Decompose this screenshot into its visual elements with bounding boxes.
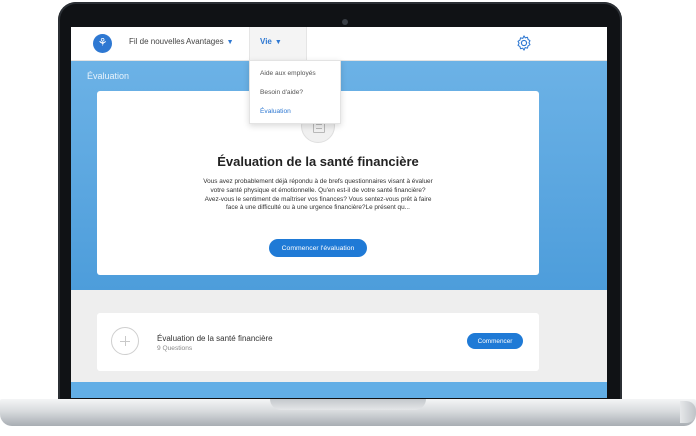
dropdown-item-need-help[interactable]: Besoin d'aide?	[260, 89, 303, 96]
assessment-title: Évaluation de la santé financière	[157, 334, 273, 343]
screen: ⚘ Fil de nouvelles Avantages ▼ Vie ▼ Évalu…	[71, 27, 607, 398]
nav-item-news-feed[interactable]: Fil de nouvelles	[129, 37, 185, 46]
nav-item-benefits[interactable]: Avantages ▼	[186, 37, 234, 46]
chevron-down-icon: ▼	[226, 39, 234, 46]
question-count: 9 Questions	[157, 345, 193, 352]
nav-item-benefits-label: Avantages	[186, 37, 224, 46]
card-description: Vous avez probablement déjà répondu à de…	[203, 178, 433, 212]
nav-item-news-feed-label: Fil de nouvelles	[129, 37, 185, 46]
dropdown-item-employee-assistance[interactable]: Aide aux employés	[260, 70, 316, 77]
plus-circle-icon	[111, 327, 139, 355]
start-assessment-button[interactable]: Commencer l'évaluation	[269, 239, 367, 257]
assessment-list-item: Évaluation de la santé financière 9 Ques…	[97, 313, 539, 371]
card-title: Évaluation de la santé financière	[217, 154, 419, 169]
chevron-down-icon: ▼	[274, 39, 282, 46]
life-dropdown-menu: Aide aux employés Besoin d'aide? Évaluat…	[249, 60, 341, 124]
gear-icon[interactable]	[515, 34, 533, 52]
nav-item-life[interactable]: Vie ▼	[249, 27, 307, 60]
laptop-base-notch	[270, 399, 426, 410]
brand-logo-icon[interactable]: ⚘	[93, 34, 112, 53]
nav-item-life-label: Vie	[260, 37, 272, 46]
start-button[interactable]: Commencer	[467, 333, 523, 349]
page-title: Évaluation	[87, 71, 130, 81]
webcam	[342, 19, 348, 25]
dropdown-item-assessment[interactable]: Évaluation	[260, 108, 291, 115]
top-navigation-bar: ⚘ Fil de nouvelles Avantages ▼ Vie ▼	[71, 27, 607, 61]
footer-band	[71, 382, 607, 398]
